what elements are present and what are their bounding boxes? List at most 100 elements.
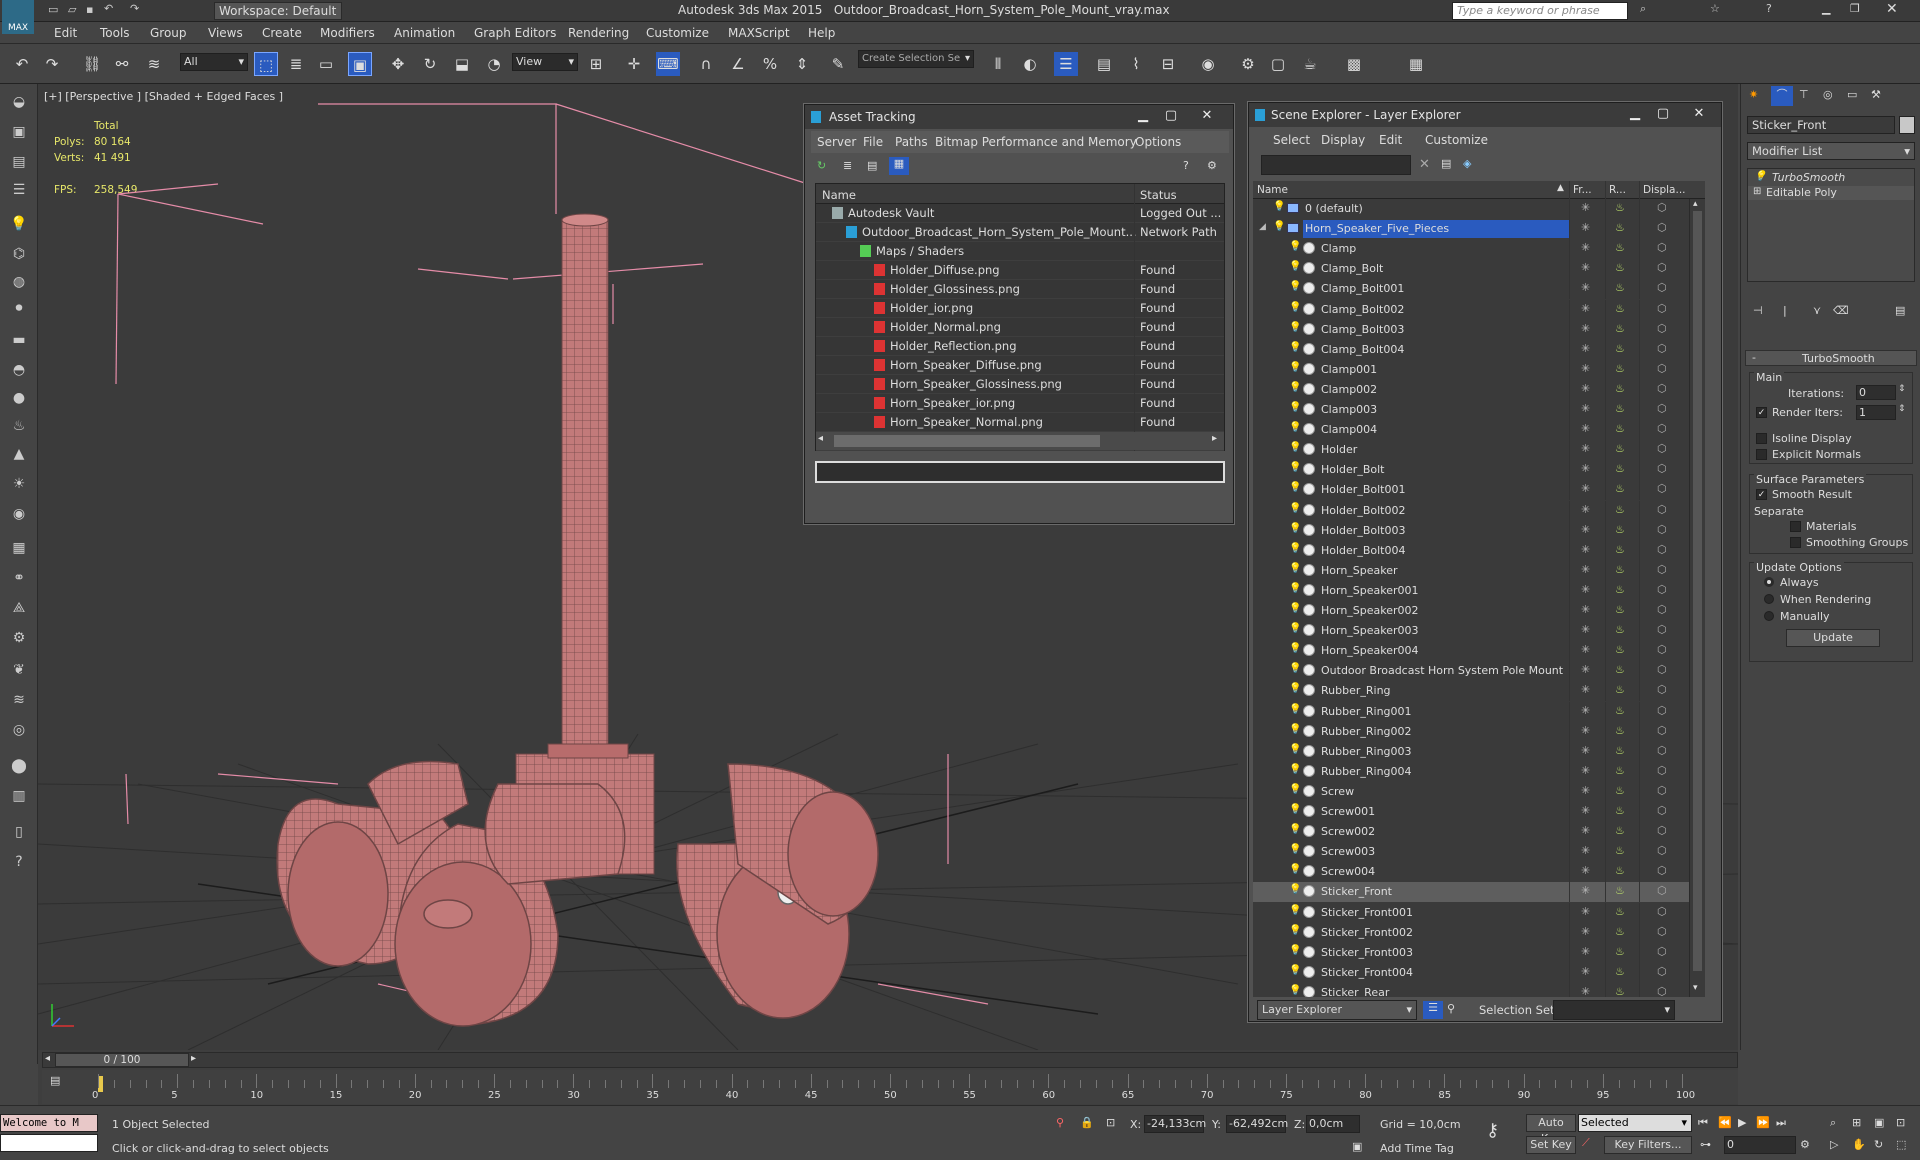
redo-icon[interactable]: ↷ bbox=[130, 2, 139, 15]
add-time-tag[interactable]: Add Time Tag bbox=[1380, 1142, 1454, 1155]
display-box-icon[interactable]: ⬡ bbox=[1657, 925, 1667, 938]
help-icon[interactable]: ? bbox=[1183, 159, 1189, 172]
render-iters-spinner[interactable]: 1 bbox=[1856, 405, 1896, 420]
display-box-icon[interactable]: ⬡ bbox=[1657, 221, 1667, 234]
display-box-icon[interactable]: ⬡ bbox=[1657, 281, 1667, 294]
object-row[interactable]: 💡 Outdoor Broadcast Horn System Pole Moun… bbox=[1253, 661, 1689, 682]
explicit-normals-checkbox[interactable] bbox=[1756, 449, 1767, 460]
render-teapot-icon[interactable]: ♨ bbox=[1615, 744, 1625, 757]
render-teapot-icon[interactable]: ♨ bbox=[1615, 442, 1625, 455]
table-icon[interactable]: ▥ bbox=[7, 784, 31, 808]
object-row[interactable]: 💡 Clamp ✳ ♨ ⬡ bbox=[1253, 239, 1689, 260]
workspace-dropdown[interactable]: Workspace: Default bbox=[214, 2, 342, 20]
display-box-icon[interactable]: ⬡ bbox=[1657, 784, 1667, 797]
lightbulb-icon[interactable]: 💡 bbox=[1289, 724, 1301, 735]
save-file-icon[interactable]: ▪ bbox=[86, 3, 93, 16]
render-teapot-icon[interactable]: ♨ bbox=[1615, 704, 1625, 717]
display-tab-icon[interactable]: ▭ bbox=[1847, 88, 1857, 101]
update-button[interactable]: Update bbox=[1786, 629, 1880, 647]
clipboard-icon[interactable]: ▯ bbox=[7, 820, 31, 844]
percent-snap-icon[interactable]: % bbox=[758, 52, 782, 76]
time-tag-icon[interactable]: ▣ bbox=[1352, 1140, 1362, 1153]
display-box-icon[interactable]: ⬡ bbox=[1657, 884, 1667, 897]
render-teapot-icon[interactable]: ♨ bbox=[1615, 804, 1625, 817]
spinner-arrows-icon[interactable]: ⇕ bbox=[1898, 404, 1906, 414]
freeze-icon[interactable]: ✳ bbox=[1581, 503, 1590, 516]
expand-icon[interactable]: ⊞ bbox=[1753, 186, 1761, 197]
lightbulb-icon[interactable]: 💡 bbox=[1289, 543, 1301, 554]
modify-tab-icon[interactable]: ⌒ bbox=[1771, 86, 1793, 106]
object-row[interactable]: 💡 Clamp_Bolt004 ✳ ♨ ⬡ bbox=[1253, 339, 1689, 360]
lightbulb-icon[interactable]: 💡 bbox=[1289, 864, 1301, 875]
scroll-thumb[interactable] bbox=[1693, 211, 1702, 971]
reference-coord-dropdown[interactable]: View ▾ bbox=[512, 53, 578, 71]
lightbulb-icon[interactable]: 💡 bbox=[1289, 523, 1301, 534]
iterations-spinner[interactable]: 0 bbox=[1856, 385, 1896, 400]
freeze-icon[interactable]: ✳ bbox=[1581, 884, 1590, 897]
freeze-icon[interactable]: ✳ bbox=[1581, 221, 1590, 234]
render-setup-icon[interactable]: ⚙ bbox=[1236, 52, 1260, 76]
col-name-header[interactable]: Name bbox=[1257, 184, 1288, 196]
key-mode-dropdown[interactable]: Selected ▾ bbox=[1578, 1114, 1692, 1132]
render-teapot-icon[interactable]: ♨ bbox=[1615, 884, 1625, 897]
menu-create[interactable]: Create bbox=[262, 26, 302, 40]
list-icon[interactable]: ☰ bbox=[7, 178, 31, 202]
place-icon[interactable]: ◔ bbox=[482, 52, 506, 76]
pin-stack-icon[interactable]: ⊣ bbox=[1753, 304, 1763, 317]
render-teapot-icon[interactable]: ♨ bbox=[1615, 221, 1625, 234]
asset-row[interactable]: Holder_ior.png Found bbox=[816, 299, 1224, 318]
schematic-view-icon[interactable]: ⊟ bbox=[1156, 52, 1180, 76]
freeze-icon[interactable]: ✳ bbox=[1581, 382, 1590, 395]
object-row[interactable]: 💡 Horn_Speaker ✳ ♨ ⬡ bbox=[1253, 560, 1689, 581]
lightbulb-icon[interactable]: 💡 bbox=[1289, 302, 1301, 313]
asset-tracking-titlebar[interactable]: Asset Tracking ▁ ▢ ✕ bbox=[805, 105, 1233, 129]
object-row[interactable]: 💡 Holder_Bolt ✳ ♨ ⬡ bbox=[1253, 460, 1689, 481]
dome-icon[interactable]: ◓ bbox=[7, 358, 31, 382]
freeze-icon[interactable]: ✳ bbox=[1581, 764, 1590, 777]
menu-help[interactable]: Help bbox=[808, 26, 835, 40]
object-row[interactable]: 💡 Clamp003 ✳ ♨ ⬡ bbox=[1253, 400, 1689, 421]
render-teapot-icon[interactable]: ♨ bbox=[1615, 241, 1625, 254]
table-view-icon[interactable]: ▤ bbox=[867, 159, 877, 172]
object-row[interactable]: 💡 Clamp_Bolt ✳ ♨ ⬡ bbox=[1253, 259, 1689, 280]
asset-row[interactable]: Maps / Shaders bbox=[816, 242, 1224, 261]
prev-frame-icon[interactable]: ◂ bbox=[45, 1053, 50, 1064]
render-teapot-icon[interactable]: ♨ bbox=[1615, 925, 1625, 938]
add-to-layer-icon[interactable]: ◈ bbox=[1463, 157, 1471, 170]
render-teapot-icon[interactable]: ♨ bbox=[1615, 322, 1625, 335]
object-row[interactable]: 💡 Sticker_Front001 ✳ ♨ ⬡ bbox=[1253, 902, 1689, 923]
render-teapot-icon[interactable]: ♨ bbox=[1615, 663, 1625, 676]
lightbulb-icon[interactable]: 💡 bbox=[1289, 844, 1301, 855]
snaps-toggle-icon[interactable]: ∩ bbox=[694, 52, 718, 76]
zoom-all-icon[interactable]: ⊞ bbox=[1852, 1116, 1861, 1129]
isoline-checkbox[interactable] bbox=[1756, 433, 1767, 444]
pan-icon[interactable]: ✋ bbox=[1852, 1138, 1866, 1151]
freeze-icon[interactable]: ✳ bbox=[1581, 281, 1590, 294]
display-box-icon[interactable]: ⬡ bbox=[1657, 724, 1667, 737]
display-box-icon[interactable]: ⬡ bbox=[1657, 442, 1667, 455]
lightbulb-icon[interactable]: 💡 bbox=[1289, 744, 1301, 755]
lightbulb-icon[interactable]: 💡 bbox=[1289, 804, 1301, 815]
lightbulb-icon[interactable]: 💡 bbox=[1289, 241, 1301, 252]
scene-explorer-titlebar[interactable]: Scene Explorer - Layer Explorer ▁ ▢ ✕ bbox=[1249, 103, 1721, 127]
manually-radio[interactable] bbox=[1764, 611, 1774, 621]
display-box-icon[interactable]: ⬡ bbox=[1657, 402, 1667, 415]
display-box-icon[interactable]: ⬡ bbox=[1657, 764, 1667, 777]
asset-row[interactable]: Holder_Reflection.png Found bbox=[816, 337, 1224, 356]
display-box-icon[interactable]: ⬡ bbox=[1657, 523, 1667, 536]
x-coordinate-field[interactable]: -24,133cm bbox=[1144, 1115, 1206, 1133]
mirror-icon[interactable]: ⫴ bbox=[986, 52, 1010, 76]
hierarchy-tab-icon[interactable]: ⊤ bbox=[1799, 88, 1809, 101]
object-row[interactable]: 💡 Horn_Speaker004 ✳ ♨ ⬡ bbox=[1253, 641, 1689, 662]
search-input[interactable]: Type a keyword or phrase bbox=[1452, 2, 1628, 20]
new-file-icon[interactable]: ▭ bbox=[48, 3, 58, 16]
move-icon[interactable]: ✥ bbox=[386, 52, 410, 76]
render-teapot-icon[interactable]: ♨ bbox=[1615, 905, 1625, 918]
freeze-icon[interactable]: ✳ bbox=[1581, 442, 1590, 455]
menu-graph-editors[interactable]: Graph Editors bbox=[474, 26, 556, 40]
display-box-icon[interactable]: ⬡ bbox=[1657, 543, 1667, 556]
layer-row[interactable]: 💡 0 (default) ✳ ♨ ⬡ bbox=[1253, 199, 1689, 220]
camera-icon[interactable]: ⌬ bbox=[7, 242, 31, 266]
menu-customize[interactable]: Customize bbox=[646, 26, 709, 40]
sphere-icon[interactable]: ● bbox=[7, 386, 31, 410]
